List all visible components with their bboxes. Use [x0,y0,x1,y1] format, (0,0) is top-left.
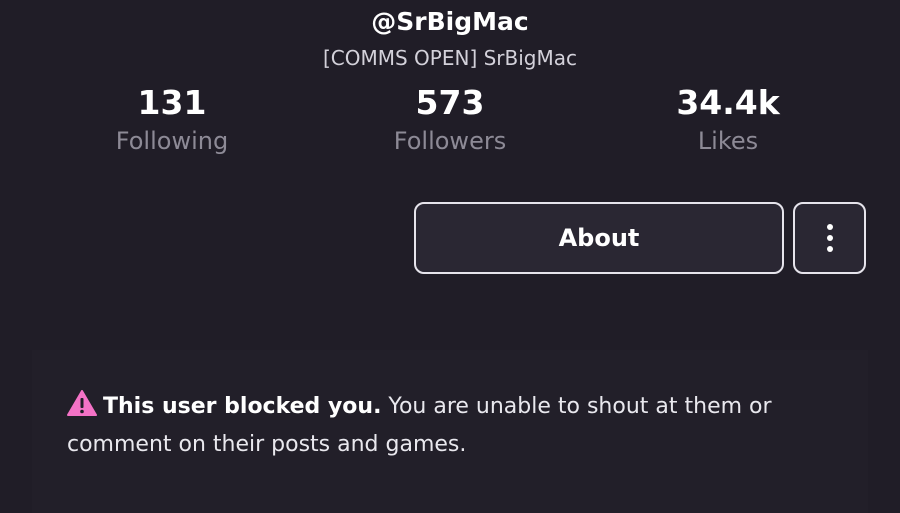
about-button[interactable]: About [414,202,784,274]
stat-followers[interactable]: 573 Followers [330,82,570,156]
profile-page: @SrBigMac [COMMS OPEN] SrBigMac 131 Foll… [0,0,900,513]
profile-username: @SrBigMac [371,7,529,36]
warning-icon [67,390,97,416]
stat-following-value: 131 [137,83,207,122]
stat-following[interactable]: 131 Following [52,82,292,156]
stat-followers-label: Followers [393,127,507,155]
more-options-button[interactable] [793,202,866,274]
profile-display-name: [COMMS OPEN] SrBigMac [322,46,578,70]
blocked-notice: This user blocked you. You are unable to… [32,350,868,513]
stat-likes-label: Likes [697,127,759,155]
vertical-ellipsis-icon [826,224,833,252]
stat-following-label: Following [115,127,229,155]
stat-likes-value: 34.4k [676,83,780,122]
blocked-notice-title: This user blocked you. [103,394,382,419]
blocked-notice-text: This user blocked you. You are unable to… [67,388,837,464]
stat-followers-value: 573 [415,83,485,122]
stat-likes: 34.4k Likes [608,82,848,156]
